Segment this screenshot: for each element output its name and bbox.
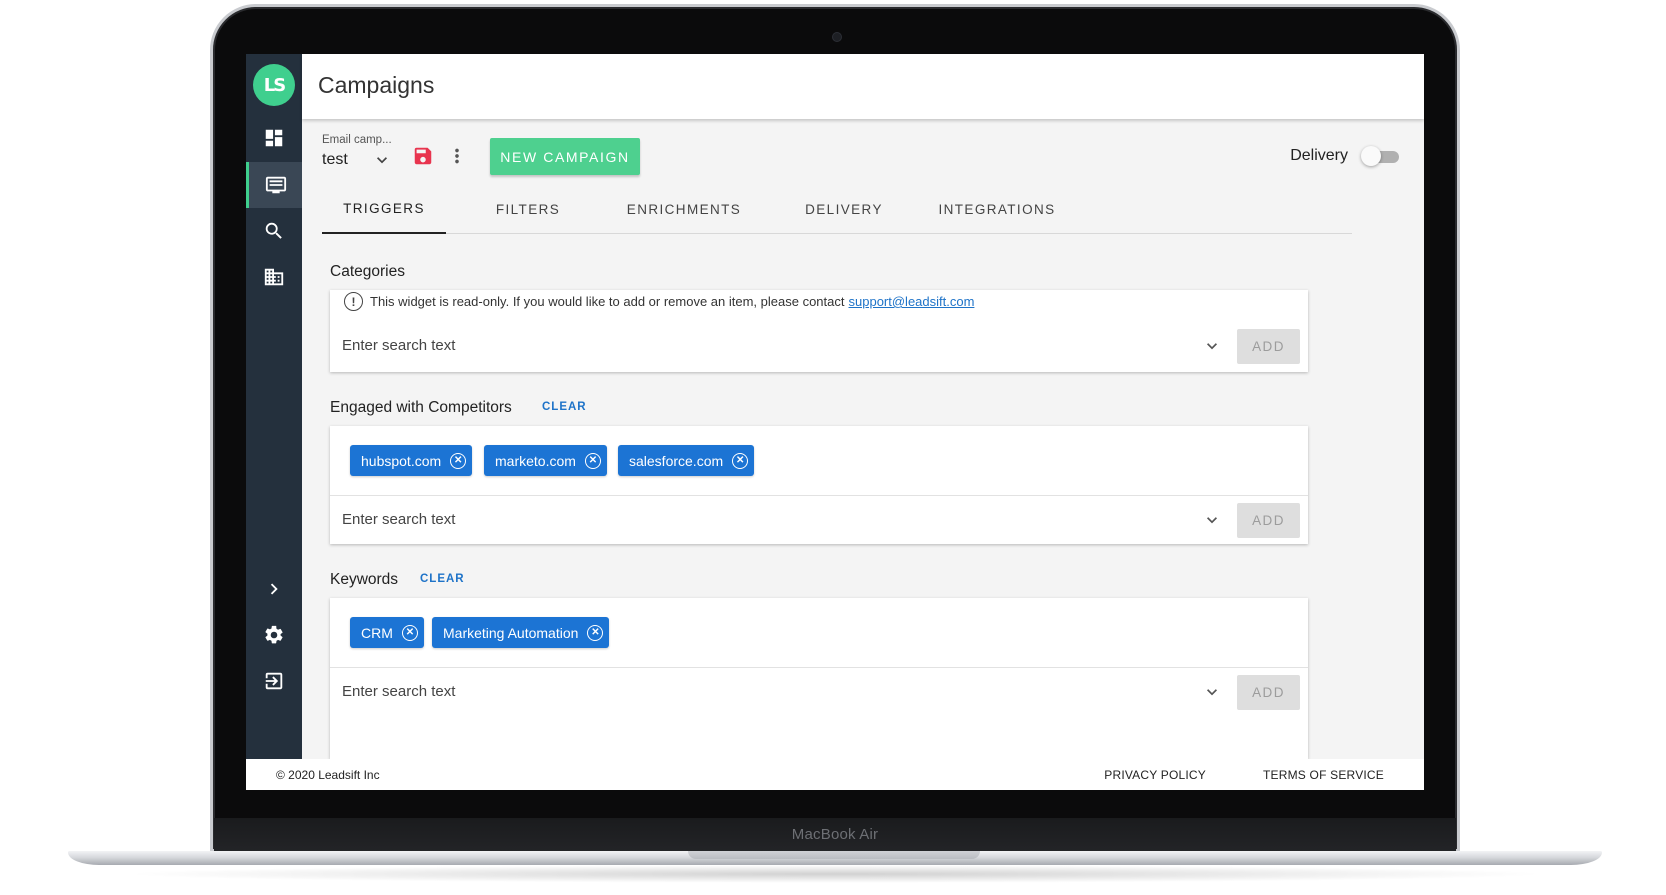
keywords-search-input[interactable]: Enter search text — [342, 683, 455, 700]
privacy-policy-link[interactable]: PRIVACY POLICY — [1104, 768, 1206, 782]
categories-card: ! This widget is read-only. If you would… — [330, 290, 1308, 372]
terms-of-service-link[interactable]: TERMS OF SERVICE — [1263, 768, 1384, 782]
categories-title: Categories — [330, 263, 405, 280]
sidebar-item-search[interactable] — [246, 208, 302, 254]
competitors-card: hubspot.com ✕ marketo.com ✕ salesforce.c… — [330, 426, 1308, 544]
chevron-down-icon[interactable] — [1202, 510, 1222, 530]
app-screen: LS Campaigns Email camp... test NEW CAMP… — [246, 54, 1424, 790]
campaigns-icon — [265, 176, 286, 194]
close-icon[interactable]: ✕ — [732, 452, 749, 469]
competitors-search-input[interactable]: Enter search text — [342, 511, 455, 528]
chip-salesforce[interactable]: salesforce.com ✕ — [618, 445, 755, 476]
competitors-search-row: Enter search text ADD — [330, 496, 1308, 546]
competitors-chip-list: hubspot.com ✕ marketo.com ✕ salesforce.c… — [330, 426, 1308, 496]
delivery-toggle-label: Delivery — [1290, 147, 1348, 164]
competitors-clear-button[interactable]: CLEAR — [542, 401, 587, 413]
keywords-add-button[interactable]: ADD — [1237, 675, 1300, 710]
categories-add-button[interactable]: ADD — [1237, 329, 1300, 364]
keywords-clear-button[interactable]: CLEAR — [420, 573, 465, 585]
top-bar: Campaigns — [302, 54, 1424, 119]
copyright-text: © 2020 Leadsift Inc — [276, 768, 380, 782]
sidebar-expand[interactable] — [246, 566, 302, 612]
sidebar-item-campaigns[interactable] — [246, 162, 302, 208]
camera — [833, 33, 841, 41]
chip-hubspot[interactable]: hubspot.com ✕ — [350, 445, 473, 476]
search-icon — [265, 222, 282, 239]
read-only-notice-text: This widget is read-only. If you would l… — [370, 294, 845, 309]
company-icon — [264, 268, 284, 286]
laptop-notch — [688, 851, 980, 859]
toggle-knob — [1361, 146, 1381, 166]
tab-delivery[interactable]: DELIVERY — [782, 184, 906, 234]
tab-triggers[interactable]: TRIGGERS — [322, 184, 446, 234]
sidebar-item-dashboard[interactable] — [246, 115, 302, 161]
competitors-add-button[interactable]: ADD — [1237, 503, 1300, 538]
sidebar: LS — [246, 54, 302, 759]
competitors-title: Engaged with Competitors — [330, 399, 512, 416]
save-icon[interactable] — [412, 145, 434, 167]
gear-icon — [265, 625, 283, 644]
close-icon[interactable]: ✕ — [587, 624, 604, 641]
chip-label: salesforce.com — [629, 452, 724, 469]
logout-icon — [265, 672, 283, 690]
chip-marketing-automation[interactable]: Marketing Automation ✕ — [432, 617, 610, 648]
tab-filters[interactable]: FILTERS — [466, 184, 590, 234]
chip-label: marketo.com — [495, 452, 576, 469]
close-icon[interactable]: ✕ — [584, 452, 601, 469]
tab-bar: TRIGGERS FILTERS ENRICHMENTS DELIVERY IN… — [322, 184, 1352, 234]
more-vert-icon[interactable] — [446, 145, 468, 167]
new-campaign-button[interactable]: NEW CAMPAIGN — [490, 138, 640, 175]
laptop-shadow — [120, 865, 1550, 883]
device-label: MacBook Air — [791, 826, 879, 843]
read-only-notice: ! This widget is read-only. If you would… — [344, 292, 974, 311]
tab-integrations[interactable]: INTEGRATIONS — [922, 184, 1072, 234]
chip-marketo[interactable]: marketo.com ✕ — [484, 445, 607, 476]
dashboard-icon — [265, 129, 283, 147]
footer: © 2020 Leadsift Inc PRIVACY POLICY TERMS… — [246, 759, 1424, 790]
chip-label: hubspot.com — [361, 452, 442, 469]
sidebar-item-settings[interactable] — [246, 612, 302, 658]
sidebar-item-logout[interactable] — [246, 658, 302, 704]
keywords-title: Keywords — [330, 571, 399, 588]
campaign-select-label: Email camp... — [322, 134, 392, 146]
chevron-down-icon[interactable] — [1202, 336, 1222, 356]
campaign-select-value[interactable]: test — [322, 151, 348, 169]
chip-crm[interactable]: CRM ✕ — [350, 617, 424, 648]
page-title: Campaigns — [318, 72, 435, 98]
app-logo[interactable]: LS — [253, 64, 295, 106]
close-icon[interactable]: ✕ — [401, 624, 418, 641]
chevron-down-icon[interactable] — [372, 150, 392, 170]
categories-search-row: Enter search text ADD — [330, 322, 1308, 372]
close-icon[interactable]: ✕ — [450, 452, 467, 469]
sidebar-item-companies[interactable] — [246, 254, 302, 300]
chip-label: Marketing Automation — [443, 624, 579, 641]
tab-enrichments[interactable]: ENRICHMENTS — [614, 184, 754, 234]
chip-label: CRM — [361, 624, 393, 641]
delivery-toggle[interactable] — [1361, 146, 1399, 166]
keywords-search-row: Enter search text ADD — [330, 668, 1308, 718]
keywords-chip-list: CRM ✕ Marketing Automation ✕ — [330, 598, 1308, 668]
chevron-down-icon[interactable] — [1202, 682, 1222, 702]
chevron-right-icon — [270, 583, 278, 595]
categories-search-input[interactable]: Enter search text — [342, 337, 455, 354]
info-icon: ! — [344, 292, 363, 311]
laptop-chin: MacBook Air — [214, 818, 1456, 852]
keywords-card: CRM ✕ Marketing Automation ✕ Enter searc… — [330, 598, 1308, 759]
support-email-link[interactable]: support@leadsift.com — [849, 294, 975, 309]
